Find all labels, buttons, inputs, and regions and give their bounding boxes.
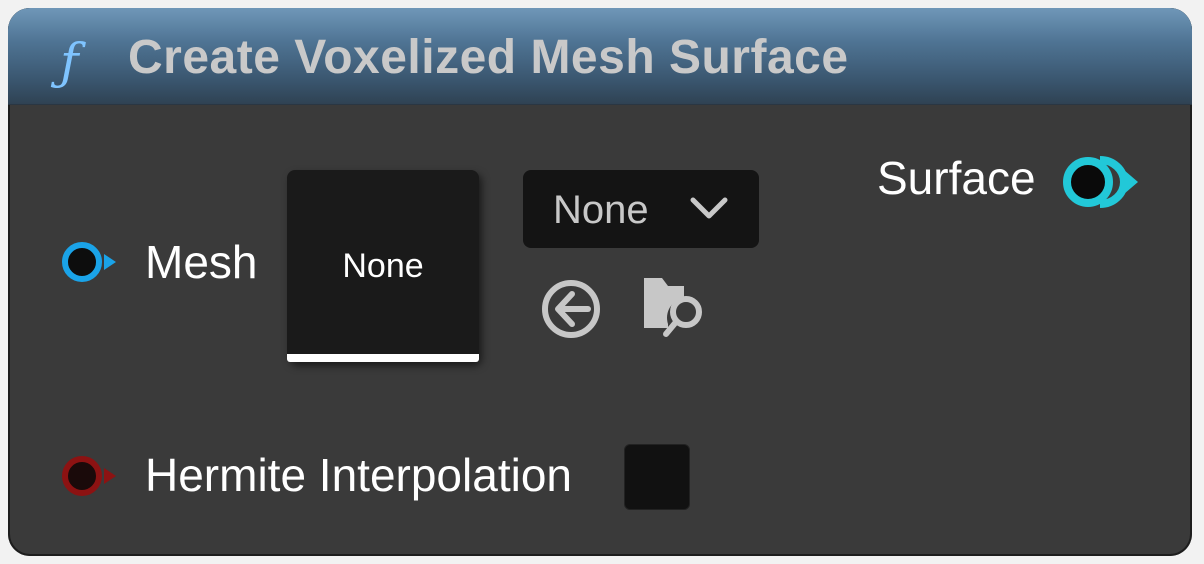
surface-pin-label: Surface	[877, 152, 1036, 204]
mesh-pin-icon[interactable]	[60, 238, 124, 286]
use-selected-arrow-icon[interactable]	[538, 276, 604, 342]
hermite-pin-label: Hermite Interpolation	[145, 449, 572, 501]
chevron-down-icon	[690, 197, 728, 219]
hermite-pin-icon[interactable]	[60, 452, 124, 500]
blueprint-node[interactable]: ƒ Create Voxelized Mesh Surface Mesh Non…	[8, 8, 1192, 556]
hermite-interpolation-checkbox[interactable]	[624, 444, 690, 510]
function-icon: ƒ	[60, 33, 79, 91]
node-header[interactable]: ƒ Create Voxelized Mesh Surface	[8, 8, 1192, 105]
thumbnail-underline	[287, 354, 479, 362]
mesh-asset-thumbnail[interactable]: None	[287, 170, 479, 362]
surface-pin-icon[interactable]	[1058, 152, 1142, 212]
mesh-dropdown-value: None	[553, 188, 649, 232]
mesh-asset-dropdown[interactable]: None	[523, 170, 759, 248]
node-title: Create Voxelized Mesh Surface	[128, 31, 849, 84]
browse-folder-search-icon[interactable]	[640, 272, 712, 344]
mesh-pin-label: Mesh	[145, 236, 258, 288]
mesh-thumbnail-label: None	[342, 247, 424, 285]
